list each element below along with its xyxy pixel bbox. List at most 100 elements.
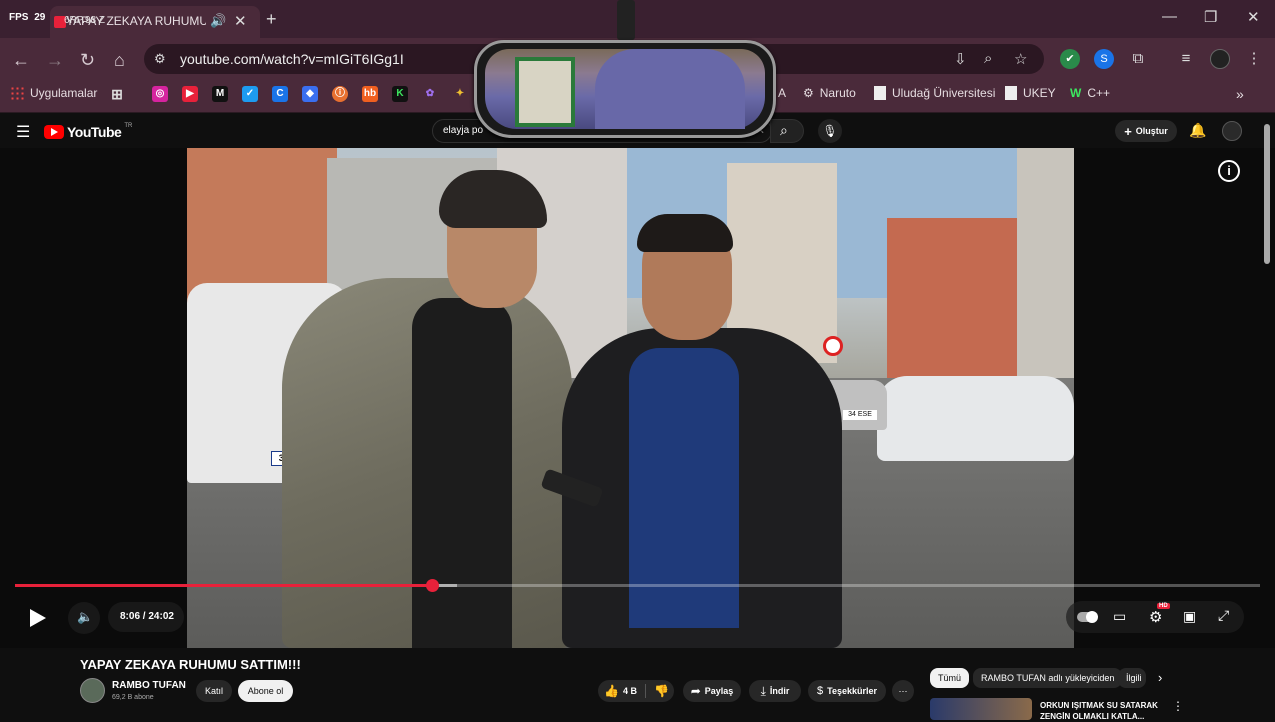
orange-circle-icon[interactable]: ⓘ: [332, 86, 348, 102]
w-icon: W: [1070, 86, 1082, 100]
bookmark-uludag[interactable]: Uludağ Üniversitesi: [874, 86, 995, 100]
chips-next-icon[interactable]: ›: [1158, 670, 1162, 685]
media-queue-icon[interactable]: ≡: [1176, 49, 1196, 69]
instagram-icon[interactable]: ◎: [152, 86, 168, 102]
info-icon[interactable]: i: [1218, 160, 1240, 182]
youtube-bookmark-icon[interactable]: ▶: [182, 86, 198, 102]
building-red: [887, 218, 1017, 378]
chip-related[interactable]: İlgili: [1118, 668, 1146, 688]
star-bookmark-icon[interactable]: ✦: [452, 86, 468, 102]
create-button[interactable]: + Oluştur: [1115, 120, 1177, 142]
back-icon[interactable]: ←: [12, 50, 30, 71]
k-icon[interactable]: K: [392, 86, 408, 102]
fps-counter: FPS 29: [9, 12, 46, 23]
extensions-puzzle-icon[interactable]: ⧉: [1128, 49, 1148, 69]
extension-shield-icon[interactable]: ✔: [1060, 49, 1080, 69]
download-button[interactable]: ⤓ İndir: [749, 680, 801, 702]
bookmark-apps[interactable]: Uygulamalar: [10, 86, 97, 100]
building-right: [1017, 148, 1074, 378]
menu-kebab-icon[interactable]: ⋮: [1244, 49, 1264, 69]
zoom-icon[interactable]: ⌕: [984, 50, 992, 67]
fullscreen-icon[interactable]: ⤢: [1218, 607, 1229, 624]
channel-name[interactable]: RAMBO TUFAN: [112, 680, 186, 691]
speaker-icon[interactable]: 🔊: [210, 13, 226, 29]
browser-tabstrip: FPS 29 YAPAY ZEKAYA RUHUMU SA 6RP.98 Z 🔊…: [0, 0, 1275, 38]
forward-icon[interactable]: →: [46, 50, 64, 71]
browser-tab-active[interactable]: YAPAY ZEKAYA RUHUMU SA 6RP.98 Z 🔊 ✕: [50, 6, 260, 38]
document-icon: [1005, 86, 1017, 100]
check-icon[interactable]: ✓: [242, 86, 258, 102]
bookmarks-overflow-icon[interactable]: »: [1236, 86, 1244, 102]
tab-groups-icon[interactable]: ⊞: [109, 86, 125, 102]
recommendation-thumbnail[interactable]: [930, 698, 1032, 720]
youtube-logo[interactable]: YouTube TR: [44, 123, 132, 140]
site-info-icon[interactable]: ⚙: [154, 51, 166, 67]
like-dislike-group: 👍 4 B 👎: [598, 680, 674, 702]
thumbs-down-icon: 👎: [653, 684, 669, 698]
chip-all[interactable]: Tümü: [930, 668, 970, 688]
bookmark-star-icon[interactable]: ☆: [1014, 50, 1027, 68]
naruto-icon: ⚙: [803, 86, 814, 100]
bookmark-ukey[interactable]: UKEY: [1005, 86, 1056, 100]
chip-channel[interactable]: RAMBO TUFAN adlı yükleyiciden: [973, 668, 1123, 688]
more-actions-icon[interactable]: ⋯: [892, 680, 914, 702]
theater-mode-icon[interactable]: ▣: [1183, 608, 1196, 625]
volume-button[interactable]: 🔈: [68, 602, 100, 634]
install-app-icon[interactable]: ⇩: [954, 50, 967, 68]
download-icon: ⤓: [760, 683, 766, 698]
mirror-mount: [617, 0, 635, 40]
rearview-mirror-overlay: [474, 40, 776, 138]
new-tab-icon[interactable]: +: [266, 9, 277, 30]
c-icon[interactable]: C: [272, 86, 288, 102]
blue-box-icon[interactable]: ◆: [302, 86, 318, 102]
extension-shazam-icon[interactable]: S: [1094, 49, 1114, 69]
restore-icon[interactable]: ❐: [1204, 8, 1217, 26]
time-display: 8:06 / 24:02: [108, 602, 184, 632]
hamburger-menu-icon[interactable]: ☰: [16, 122, 30, 142]
url-text: youtube.com/watch?v=mIGiT6IGg1I: [180, 51, 404, 67]
hb-icon[interactable]: hb: [362, 86, 378, 102]
notifications-bell-icon[interactable]: 🔔: [1189, 122, 1206, 139]
minimize-icon[interactable]: —: [1162, 8, 1177, 25]
tab-overlay-text: 6RP.98 Z: [64, 15, 105, 26]
no-parking-sign: [823, 336, 843, 356]
reload-icon[interactable]: ↻: [80, 50, 95, 71]
mirror-glass: [485, 49, 765, 129]
bookmark-naruto[interactable]: ⚙ Naruto: [803, 86, 856, 100]
bookmark-a[interactable]: A: [778, 86, 786, 100]
youtube-play-logo-icon: [44, 125, 64, 139]
recommendation-menu-icon[interactable]: ⋮: [1172, 699, 1184, 713]
search-icon: ⌕: [780, 122, 788, 138]
account-avatar[interactable]: [1222, 121, 1242, 141]
settings-gear-icon[interactable]: ⚙: [1149, 608, 1162, 626]
time-total: 24:02: [148, 611, 174, 622]
share-button[interactable]: ➦ Paylaş: [683, 680, 741, 702]
subscribe-button[interactable]: Abone ol: [238, 680, 293, 702]
autoplay-toggle[interactable]: [1077, 611, 1098, 623]
channel-avatar[interactable]: [80, 678, 105, 703]
close-tab-icon[interactable]: ✕: [234, 12, 247, 30]
voice-search-icon[interactable]: 🎙: [818, 119, 842, 143]
plus-icon: +: [1124, 123, 1132, 139]
join-button[interactable]: Katıl: [196, 680, 232, 702]
home-icon[interactable]: ⌂: [114, 50, 125, 71]
thanks-icon: $: [817, 685, 824, 697]
purple-icon[interactable]: ✿: [422, 86, 438, 102]
recommendation-title[interactable]: ORKUN IŞITMAK SU SATARAK ZENGİN OLMAKLI …: [1040, 700, 1158, 722]
video-title: YAPAY ZEKAYA RUHUMU SATTIM!!!: [80, 657, 301, 672]
bookmark-cpp[interactable]: W C++: [1070, 86, 1110, 100]
medium-icon[interactable]: M: [212, 86, 228, 102]
close-window-icon[interactable]: ✕: [1247, 8, 1260, 26]
progress-scrubber[interactable]: [426, 579, 440, 592]
volume-icon: 🔈: [77, 609, 94, 624]
profile-avatar[interactable]: [1210, 49, 1230, 69]
page-scrollbar[interactable]: [1264, 124, 1270, 264]
video-frame[interactable]: 34 FR 34 ESE: [187, 148, 1074, 648]
thanks-button[interactable]: $ Teşekkürler: [808, 680, 886, 702]
dislike-button[interactable]: 👎: [654, 684, 669, 698]
play-icon[interactable]: [30, 609, 46, 627]
search-button[interactable]: ⌕: [770, 119, 804, 143]
like-button[interactable]: 👍 4 B: [604, 684, 637, 698]
subtitles-icon[interactable]: ▭: [1113, 608, 1126, 625]
document-icon: [874, 86, 886, 100]
